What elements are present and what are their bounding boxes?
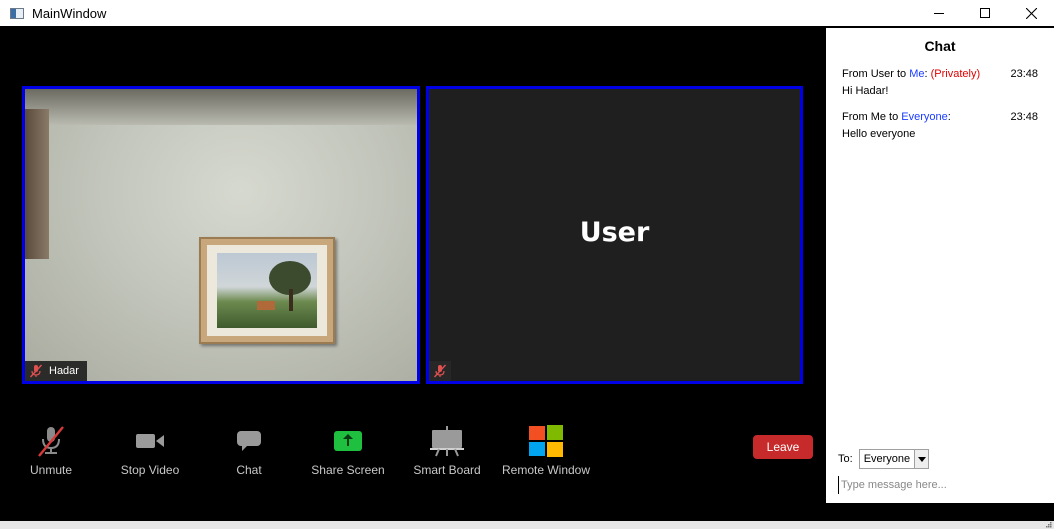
- message-text: Hi Hadar!: [842, 85, 889, 97]
- resize-grip-icon[interactable]: [1044, 520, 1052, 528]
- chat-panel: Chat From User to Me: (Privately) 23:48 …: [826, 28, 1054, 503]
- remote-window-label: Remote Window: [501, 463, 591, 477]
- camera-feed: [25, 89, 417, 381]
- recipient-row: To: Everyone: [838, 449, 930, 469]
- smart-board-button[interactable]: Smart Board: [397, 422, 497, 477]
- meeting-toolbar: Unmute Stop Video Chat Share Screen Smar…: [0, 422, 826, 482]
- close-button[interactable]: [1008, 0, 1054, 26]
- recipient-dropdown[interactable]: Everyone: [858, 449, 930, 469]
- status-bar: [0, 521, 1054, 529]
- message-recipient: Everyone: [901, 111, 948, 123]
- participant-muted-tag: [429, 361, 451, 381]
- maximize-button[interactable]: [962, 0, 1008, 26]
- private-indicator: (Privately): [930, 68, 981, 80]
- message-time: 23:48: [1010, 111, 1038, 123]
- message-header: From Me to Everyone:: [842, 111, 951, 123]
- chat-message: From User to Me: (Privately) 23:48 Hi Ha…: [842, 68, 1038, 97]
- minimize-icon: [934, 13, 944, 14]
- participant-name-tag: Hadar: [25, 361, 87, 381]
- whiteboard-icon: [430, 426, 464, 457]
- message-input[interactable]: [838, 476, 1044, 494]
- share-screen-icon: [334, 431, 362, 451]
- smart-board-label: Smart Board: [413, 463, 481, 477]
- unmute-label: Unmute: [29, 463, 73, 477]
- message-time: 23:48: [1010, 68, 1038, 80]
- windows-logo-icon: [529, 425, 563, 457]
- maximize-icon: [980, 8, 990, 18]
- chat-label: Chat: [236, 463, 262, 477]
- recipient-label: To:: [838, 453, 853, 465]
- video-camera-icon: [136, 434, 164, 448]
- title-bar: MainWindow: [0, 0, 1054, 26]
- muted-mic-icon: [433, 364, 447, 378]
- minimize-button[interactable]: [916, 0, 962, 26]
- close-icon: [1025, 7, 1037, 19]
- leave-button[interactable]: Leave: [753, 435, 813, 459]
- chat-button[interactable]: Chat: [199, 422, 299, 477]
- video-tile-user[interactable]: User: [426, 86, 803, 384]
- message-recipient: Me: [909, 68, 925, 80]
- unmute-button[interactable]: Unmute: [1, 422, 101, 477]
- message-header: From User to Me: (Privately): [842, 68, 981, 80]
- message-text: Hello everyone: [842, 128, 916, 140]
- dropdown-arrow-icon: [914, 450, 929, 468]
- app-window-icon: [10, 7, 24, 19]
- wall-picture: [199, 237, 335, 344]
- muted-mic-icon: [29, 364, 43, 378]
- chat-bubble-icon: [237, 431, 261, 451]
- participant-name: Hadar: [49, 365, 79, 377]
- chat-title: Chat: [924, 38, 956, 54]
- video-tile-hadar[interactable]: Hadar: [22, 86, 420, 384]
- window-title: MainWindow: [32, 5, 107, 21]
- recipient-value: Everyone: [863, 453, 911, 465]
- stop-video-label: Stop Video: [120, 463, 180, 477]
- share-screen-label: Share Screen: [311, 463, 385, 477]
- remote-window-button[interactable]: Remote Window: [496, 422, 596, 477]
- participant-placeholder-name: User: [579, 217, 650, 248]
- chat-message: From Me to Everyone: 23:48 Hello everyon…: [842, 111, 1038, 140]
- stop-video-button[interactable]: Stop Video: [100, 422, 200, 477]
- share-screen-button[interactable]: Share Screen: [298, 422, 398, 477]
- muted-mic-icon: [38, 426, 64, 457]
- window-controls: [916, 0, 1054, 26]
